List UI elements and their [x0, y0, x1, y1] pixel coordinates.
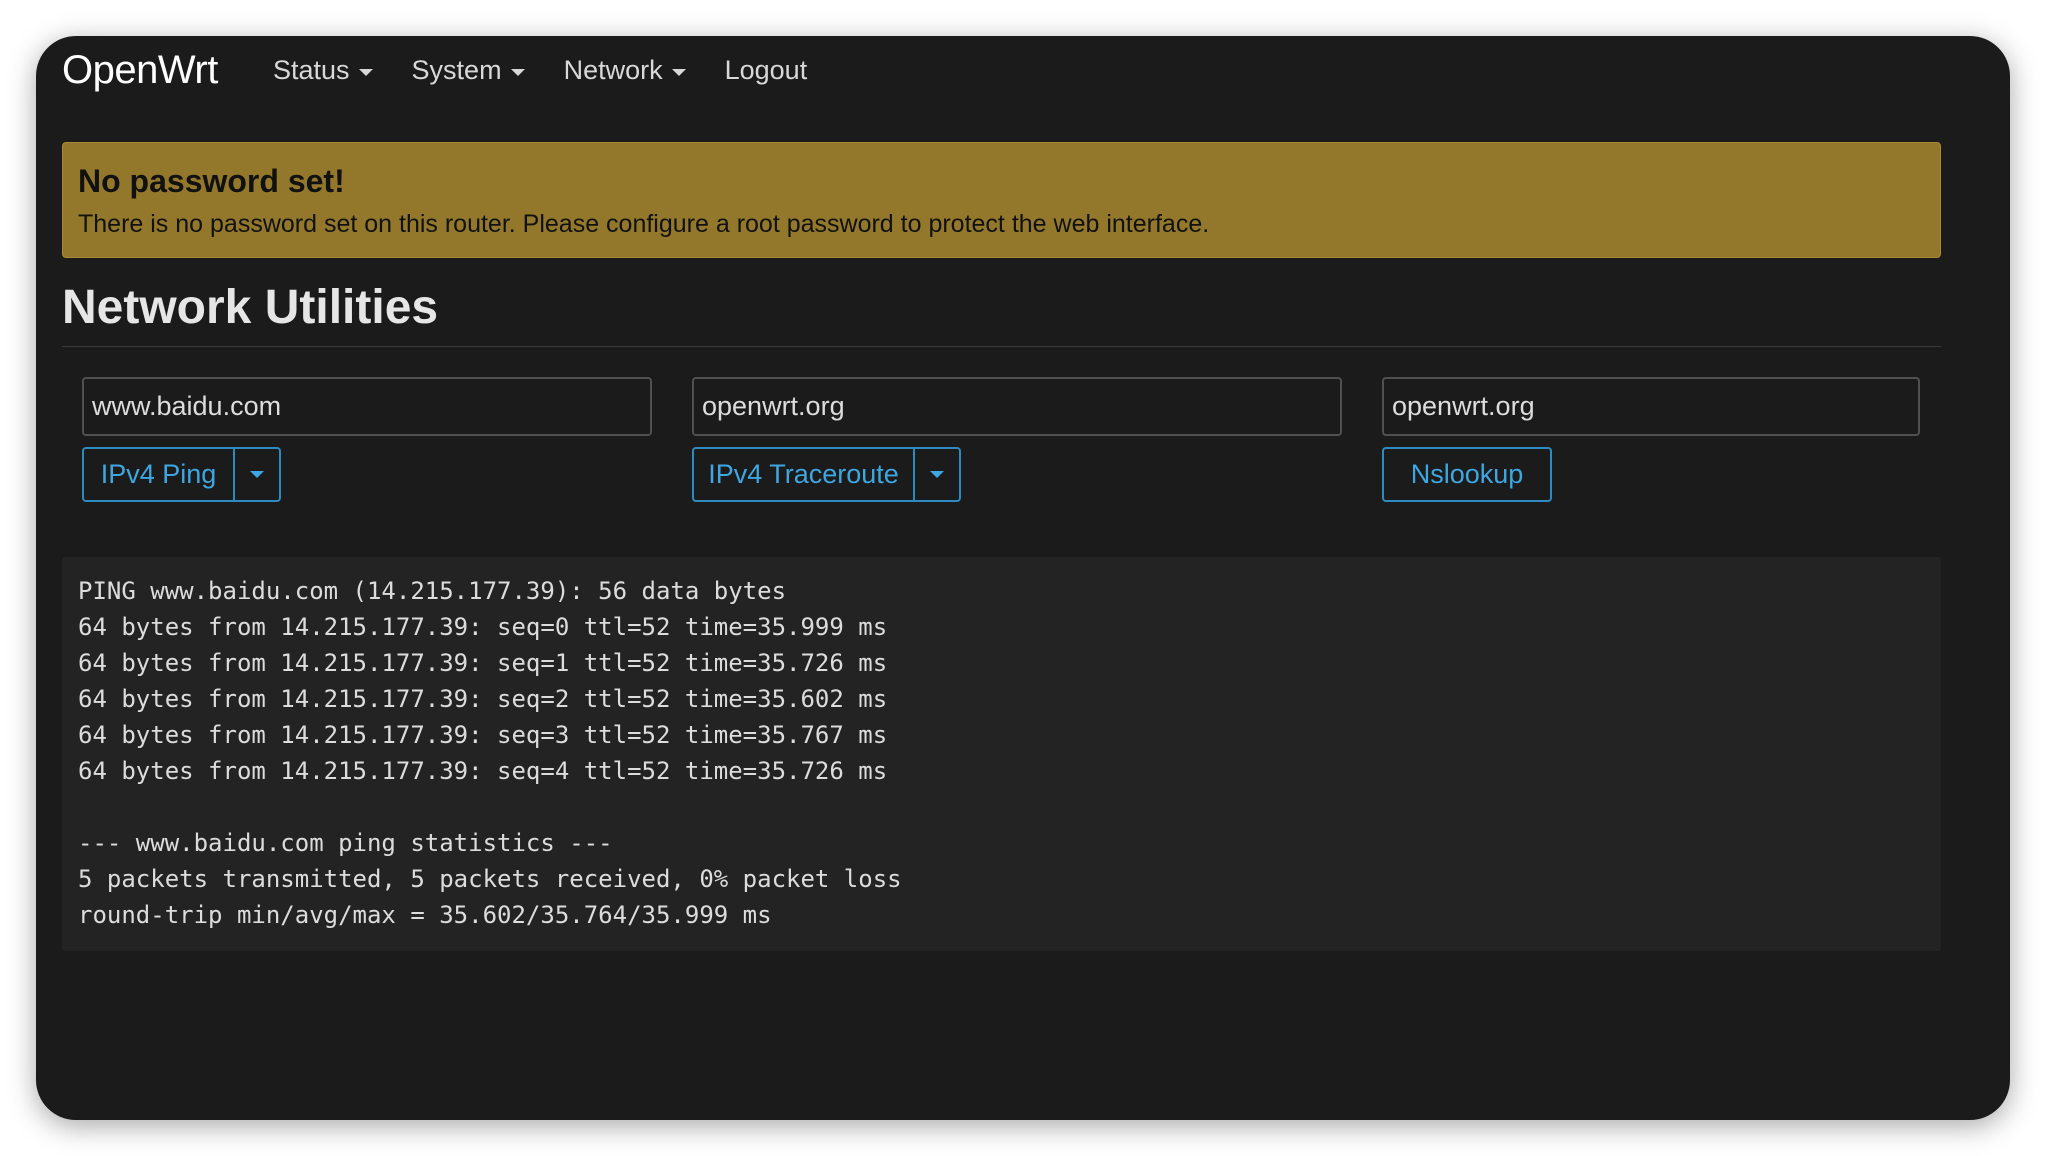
menu-network-label: Network — [563, 55, 663, 85]
password-warning-alert: No password set! There is no password se… — [62, 142, 1941, 258]
top-navbar: OpenWrt Status System Network Logout — [36, 36, 2010, 108]
chevron-down-icon — [671, 68, 686, 76]
menu-system[interactable]: System — [412, 55, 525, 86]
menu-status[interactable]: Status — [273, 55, 373, 86]
output-line: 5 packets transmitted, 5 packets receive… — [78, 865, 902, 893]
ping-host-input[interactable] — [82, 377, 652, 436]
output-line: round-trip min/avg/max = 35.602/35.764/3… — [78, 901, 772, 929]
traceroute-button-group: IPv4 Traceroute — [692, 447, 961, 502]
traceroute-button[interactable]: IPv4 Traceroute — [694, 449, 913, 500]
alert-title: No password set! — [78, 163, 345, 199]
ping-button[interactable]: IPv4 Ping — [84, 449, 233, 500]
menu-status-label: Status — [273, 55, 350, 85]
app-window: OpenWrt Status System Network Logout No … — [36, 36, 2010, 1120]
menu-system-label: System — [411, 55, 502, 85]
traceroute-options-toggle[interactable] — [913, 449, 959, 500]
page-title: Network Utilities — [62, 281, 439, 334]
output-line: 64 bytes from 14.215.177.39: seq=1 ttl=5… — [78, 649, 888, 677]
brand-logo[interactable]: OpenWrt — [62, 48, 218, 93]
command-output: PING www.baidu.com (14.215.177.39): 56 d… — [62, 557, 1941, 951]
ping-button-group: IPv4 Ping — [82, 447, 281, 502]
output-line: 64 bytes from 14.215.177.39: seq=0 ttl=5… — [78, 613, 888, 641]
output-line: 64 bytes from 14.215.177.39: seq=4 ttl=5… — [78, 757, 888, 785]
main-menu: Status System Network Logout — [273, 55, 846, 86]
output-line: 64 bytes from 14.215.177.39: seq=3 ttl=5… — [78, 721, 888, 749]
nslookup-host-input[interactable] — [1382, 377, 1920, 436]
nslookup-button[interactable]: Nslookup — [1384, 449, 1550, 500]
output-line: PING www.baidu.com (14.215.177.39): 56 d… — [78, 577, 787, 605]
output-line: 64 bytes from 14.215.177.39: seq=2 ttl=5… — [78, 685, 888, 713]
chevron-down-icon — [358, 68, 373, 76]
alert-text: There is no password set on this router.… — [78, 210, 1210, 238]
nslookup-button-group: Nslookup — [1382, 447, 1552, 502]
menu-logout-label: Logout — [724, 55, 808, 85]
chevron-down-icon — [930, 471, 944, 478]
chevron-down-icon — [250, 471, 264, 478]
title-divider — [62, 346, 1941, 347]
traceroute-host-input[interactable] — [692, 377, 1342, 436]
menu-network[interactable]: Network — [564, 55, 686, 86]
chevron-down-icon — [510, 68, 525, 76]
ping-options-toggle[interactable] — [233, 449, 279, 500]
menu-logout[interactable]: Logout — [725, 55, 808, 86]
output-line: --- www.baidu.com ping statistics --- — [78, 829, 613, 857]
